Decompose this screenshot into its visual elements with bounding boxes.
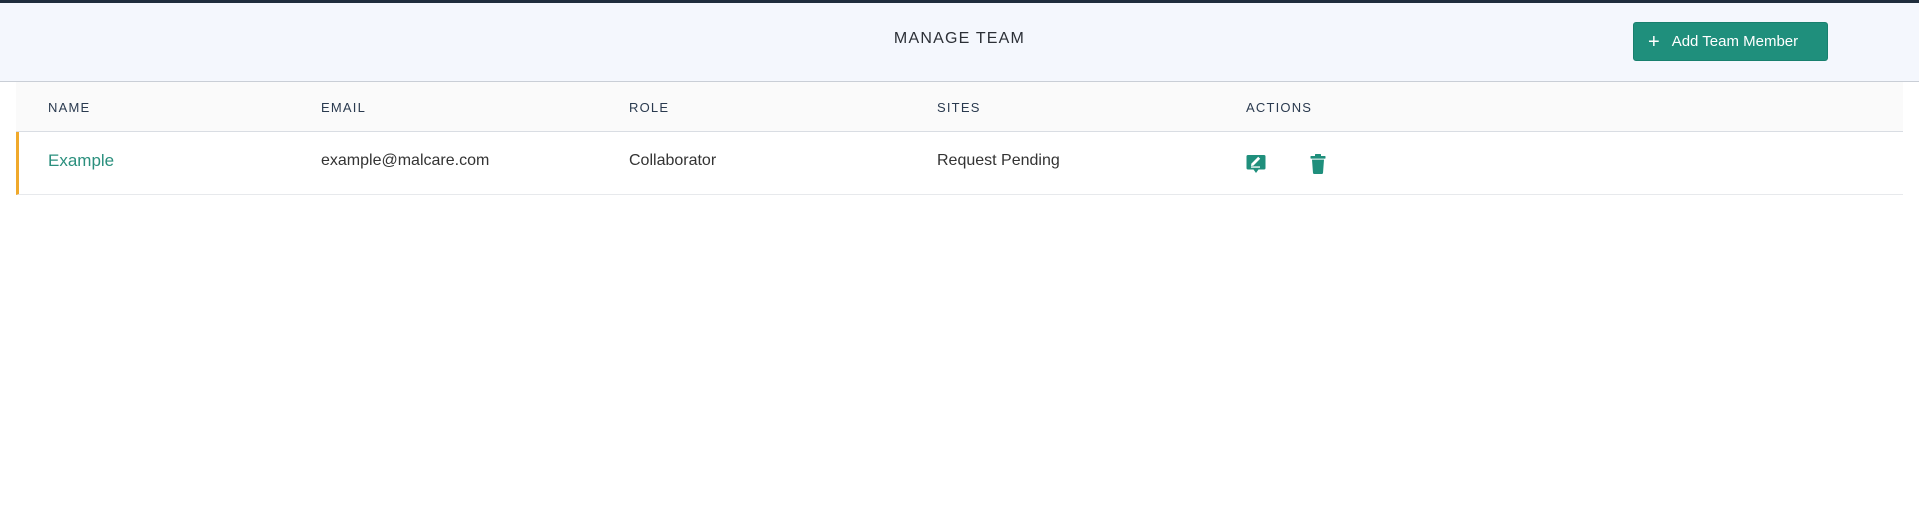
column-header-name: NAME [48, 100, 91, 115]
table-row: Example example@malcare.com Collaborator… [16, 132, 1903, 195]
member-role: Collaborator [629, 152, 717, 169]
trash-icon[interactable] [1306, 152, 1330, 176]
edit-icon[interactable] [1244, 152, 1268, 176]
add-team-member-label: Add Team Member [1671, 33, 1799, 50]
column-header-actions: ACTIONS [1246, 100, 1313, 115]
page-header: MANAGE TEAM + Add Team Member [0, 3, 1919, 82]
member-sites: Request Pending [937, 152, 1060, 169]
add-team-member-button[interactable]: + Add Team Member [1633, 22, 1828, 61]
column-header-sites: SITES [937, 100, 981, 115]
page-title: MANAGE TEAM [893, 30, 1026, 47]
team-table: NAME EMAIL ROLE SITES ACTIONS Example ex… [16, 82, 1903, 195]
table-header: NAME EMAIL ROLE SITES ACTIONS [16, 82, 1903, 132]
column-header-email: EMAIL [321, 100, 367, 115]
member-email: example@malcare.com [321, 152, 490, 169]
plus-icon: + [1648, 30, 1660, 53]
member-name-link[interactable]: Example [48, 151, 114, 171]
column-header-role: ROLE [629, 100, 670, 115]
